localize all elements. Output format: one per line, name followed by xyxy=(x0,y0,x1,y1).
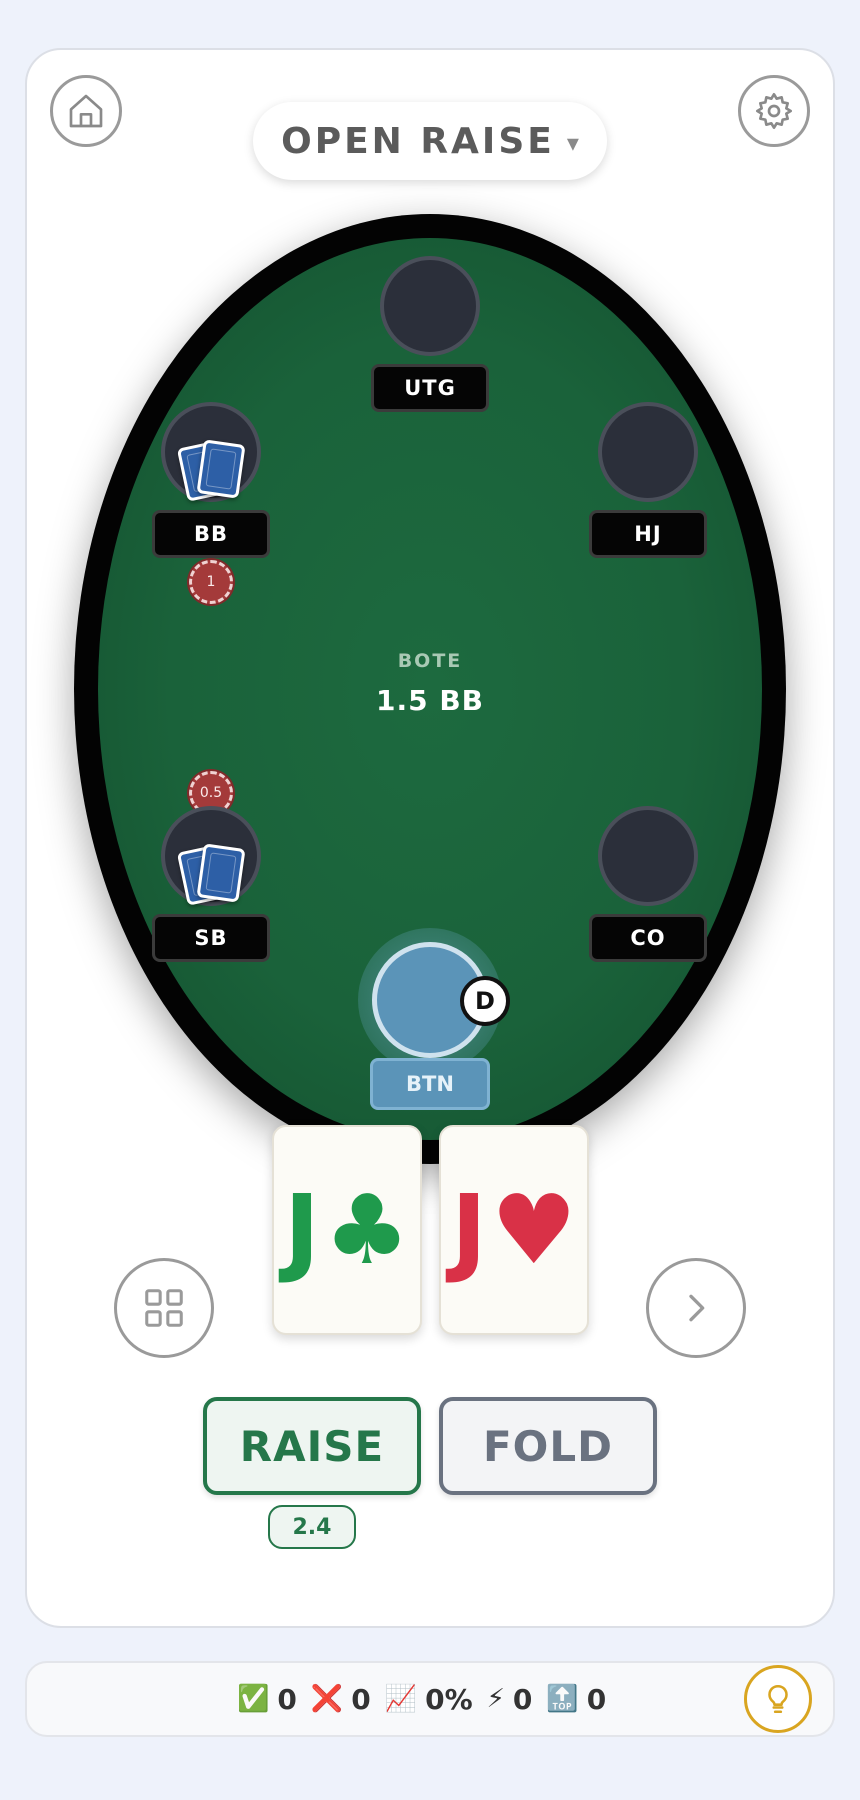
stats-row: ✅ 0 ❌ 0 📈 0% ⚡ 0 🔝 0 xyxy=(237,1676,606,1722)
chevron-right-icon xyxy=(689,1294,705,1322)
grid-icon xyxy=(145,1289,183,1327)
cross-icon: ❌ xyxy=(310,1684,344,1714)
seat-label-co: CO xyxy=(589,914,707,962)
bet-chip-bb: 1 xyxy=(189,560,233,604)
chevron-down-icon: ▾ xyxy=(566,129,579,157)
home-icon xyxy=(69,94,103,128)
stat-best-value: 0 xyxy=(586,1682,607,1716)
bb-cards xyxy=(176,439,246,502)
pot-value: 1.5 BB xyxy=(375,684,485,717)
club-suit-icon: ♣ xyxy=(323,1174,410,1286)
card-rank: J xyxy=(284,1174,320,1286)
fold-button[interactable]: FOLD xyxy=(439,1397,657,1495)
gear-icon xyxy=(756,93,792,129)
sb-cards xyxy=(176,843,246,906)
seat-label-bb: BB xyxy=(152,510,270,558)
chart-up-icon: 📈 xyxy=(384,1684,418,1714)
stat-accuracy: 📈 0% xyxy=(385,1683,473,1716)
dealer-button: D xyxy=(460,976,510,1026)
home-button[interactable] xyxy=(50,75,122,147)
seat-co xyxy=(598,806,698,906)
check-icon: ✅ xyxy=(237,1684,270,1714)
card-back-icon xyxy=(196,439,246,499)
seat-hj xyxy=(598,402,698,502)
settings-button[interactable] xyxy=(738,75,810,147)
seat-label-sb: SB xyxy=(152,914,270,962)
card-back-icon xyxy=(196,843,246,903)
stat-streak: ⚡ 0 xyxy=(487,1683,533,1716)
lightbulb-icon xyxy=(768,1684,788,1714)
stat-wrong: ❌ 0 xyxy=(311,1683,371,1716)
range-grid-button[interactable] xyxy=(114,1258,214,1358)
top-icon: 🔝 xyxy=(546,1684,579,1714)
stat-correct-value: 0 xyxy=(277,1682,297,1716)
mode-selector[interactable]: OPEN RAISE ▾ xyxy=(253,102,607,180)
mode-title: OPEN RAISE xyxy=(281,120,555,162)
raise-button[interactable]: RAISE xyxy=(203,1397,421,1495)
stat-wrong-value: 0 xyxy=(351,1682,371,1716)
stat-best: 🔝 0 xyxy=(546,1683,606,1716)
seat-utg xyxy=(380,256,480,356)
seat-label-hj: HJ xyxy=(589,510,707,558)
stat-accuracy-value: 0% xyxy=(425,1682,473,1716)
seat-label-btn: BTN xyxy=(370,1058,490,1110)
raise-size-badge: 2.4 xyxy=(268,1505,356,1549)
seat-label-utg: UTG xyxy=(371,364,489,412)
pot-label: BOTE xyxy=(397,650,463,672)
next-hand-button[interactable] xyxy=(646,1258,746,1358)
hint-button[interactable] xyxy=(744,1665,812,1733)
heart-suit-icon: ♥ xyxy=(490,1174,577,1286)
hole-card-1: J ♣ xyxy=(272,1125,422,1335)
lightning-icon: ⚡ xyxy=(486,1684,505,1714)
stat-streak-value: 0 xyxy=(512,1682,533,1716)
card-rank: J xyxy=(451,1174,487,1286)
stat-correct: ✅ 0 xyxy=(237,1683,297,1716)
hole-card-2: J ♥ xyxy=(439,1125,589,1335)
